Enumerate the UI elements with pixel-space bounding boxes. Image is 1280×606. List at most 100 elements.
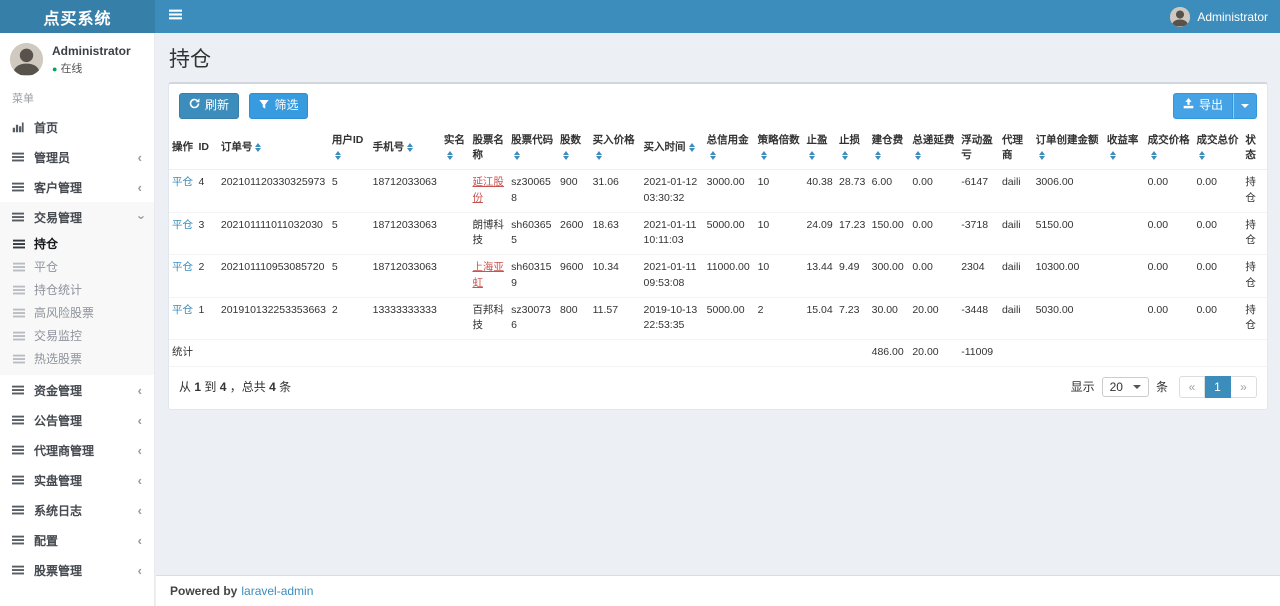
cell-buy-time: 2021-01-11 09:53:08 (641, 255, 704, 298)
close-position-link[interactable]: 平仓 (172, 304, 193, 316)
column-header-stock-code[interactable]: 股票代码 (508, 128, 557, 170)
hamburger-icon (169, 8, 182, 26)
column-header-deal-price[interactable]: 成交价格 (1145, 128, 1194, 170)
cell-order-no: 202101110953085720 (218, 255, 329, 298)
sort-icon[interactable] (710, 151, 716, 160)
sidebar-item-trade-monitor[interactable]: 交易监控 (0, 324, 154, 347)
sidebar-item-high-risk-stocks[interactable]: 高风险股票 (0, 301, 154, 324)
column-header-deal-total[interactable]: 成交总价 (1193, 128, 1242, 170)
sort-icon[interactable] (689, 143, 695, 152)
sort-icon[interactable] (447, 151, 453, 160)
column-header-buy-time[interactable]: 买入时间 (641, 128, 704, 170)
cell-phone: 18712033063 (370, 255, 441, 298)
list-icon (12, 504, 25, 516)
sidebar-item-hot-stocks[interactable]: 热选股票 (0, 347, 154, 370)
laravel-admin-link[interactable]: laravel-admin (241, 584, 313, 598)
cell-stock-name: 延江股份 (469, 170, 508, 213)
cell-stop-loss: 28.73 (836, 170, 869, 213)
sort-icon[interactable] (1199, 151, 1205, 160)
list-icon (12, 474, 25, 486)
column-header-user-id[interactable]: 用户ID (329, 128, 370, 170)
sort-icon[interactable] (335, 151, 341, 160)
refresh-button[interactable]: 刷新 (179, 93, 239, 119)
filter-funnel-icon (259, 98, 269, 114)
stats-empty-cell (590, 340, 641, 367)
sort-icon[interactable] (875, 151, 881, 160)
column-header-open-fee[interactable]: 建仓费 (869, 128, 910, 170)
cell-total-credit: 11000.00 (704, 255, 755, 298)
sidebar-item-config[interactable]: 配置‹ (0, 525, 154, 555)
cell-real-name (441, 170, 470, 213)
sort-icon[interactable] (1039, 151, 1045, 160)
column-header-created-amount[interactable]: 订单创建金额 (1033, 128, 1104, 170)
sort-icon[interactable] (1151, 151, 1157, 160)
sidebar: Administrator ●在线 菜单 首页管理员‹客户管理‹交易管理‹持仓平… (0, 33, 155, 606)
sidebar-item-admins[interactable]: 管理员‹ (0, 142, 154, 172)
app-logo[interactable]: 点买系统 (0, 0, 155, 33)
sort-icon[interactable] (915, 151, 921, 160)
sort-icon[interactable] (563, 151, 569, 160)
pager-page-1[interactable]: 1 (1205, 376, 1231, 398)
pager: « 1 » (1179, 376, 1257, 398)
column-header-buy-price[interactable]: 买入价格 (590, 128, 641, 170)
stats-empty-cell (1242, 340, 1267, 367)
export-button[interactable]: 导出 (1173, 93, 1233, 119)
export-dropdown-toggle[interactable] (1233, 93, 1257, 119)
column-header-delay-fee[interactable]: 总递延费 (909, 128, 958, 170)
column-header-multiple[interactable]: 策略倍数 (755, 128, 804, 170)
cell-id: 4 (195, 170, 217, 213)
sidebar-item-system-logs[interactable]: 系统日志‹ (0, 495, 154, 525)
stats-empty-cell (441, 340, 470, 367)
results-summary: 从 1 到 4 ，总共 4 条 (179, 378, 291, 395)
column-header-order-no[interactable]: 订单号 (218, 128, 329, 170)
navbar-user-name: Administrator (1197, 10, 1268, 24)
navbar-user-menu[interactable]: Administrator (1158, 0, 1280, 33)
sidebar-item-trading[interactable]: 交易管理‹ (0, 202, 154, 232)
column-header-stop-loss[interactable]: 止损 (836, 128, 869, 170)
sidebar-item-funds[interactable]: 资金管理‹ (0, 375, 154, 405)
pager-prev-button[interactable]: « (1179, 376, 1205, 398)
sort-icon[interactable] (809, 151, 815, 160)
sidebar-item-announcements[interactable]: 公告管理‹ (0, 405, 154, 435)
sort-icon[interactable] (255, 143, 261, 152)
sidebar-item-customers[interactable]: 客户管理‹ (0, 172, 154, 202)
page-title: 持仓 (169, 43, 1267, 73)
close-position-link[interactable]: 平仓 (172, 219, 193, 231)
sidebar-item-agents[interactable]: 代理商管理‹ (0, 435, 154, 465)
stock-name-link[interactable]: 延江股份 (472, 176, 504, 204)
sort-icon[interactable] (1110, 151, 1116, 160)
sidebar-group-trading: 交易管理‹持仓平仓持仓统计高风险股票交易监控热选股票 (0, 202, 154, 375)
cell-op: 平仓 (169, 255, 195, 298)
per-page-select[interactable]: 20 (1102, 377, 1149, 397)
filter-button[interactable]: 筛选 (249, 93, 308, 119)
stats-empty-cell (195, 340, 217, 367)
sort-icon[interactable] (407, 143, 413, 152)
cell-status: 持仓 (1242, 170, 1267, 213)
sidebar-item-stocks[interactable]: 股票管理‹ (0, 555, 154, 585)
sort-icon[interactable] (596, 151, 602, 160)
sidebar-item-home[interactable]: 首页 (0, 112, 154, 142)
sidebar-toggle-button[interactable] (155, 0, 196, 33)
column-header-yield-rate[interactable]: 收益率 (1104, 128, 1145, 170)
pager-next-button[interactable]: » (1231, 376, 1257, 398)
sidebar-item-closed-positions[interactable]: 平仓 (0, 255, 154, 278)
cell-stop-loss: 7.23 (836, 297, 869, 340)
sidebar-item-real-trading[interactable]: 实盘管理‹ (0, 465, 154, 495)
stock-name-link[interactable]: 上海亚虹 (472, 261, 504, 289)
close-position-link[interactable]: 平仓 (172, 176, 193, 188)
column-header-phone[interactable]: 手机号 (370, 128, 441, 170)
cell-yield-rate (1104, 297, 1145, 340)
column-header-total-credit[interactable]: 总信用金 (704, 128, 755, 170)
stats-empty-cell (329, 340, 370, 367)
column-header-real-name[interactable]: 实名 (441, 128, 470, 170)
sort-icon[interactable] (842, 151, 848, 160)
cell-total-credit: 3000.00 (704, 170, 755, 213)
sidebar-item-position-stats[interactable]: 持仓统计 (0, 278, 154, 301)
column-header-shares[interactable]: 股数 (557, 128, 590, 170)
sort-icon[interactable] (761, 151, 767, 160)
sort-icon[interactable] (514, 151, 520, 160)
caret-down-icon (1241, 104, 1249, 108)
close-position-link[interactable]: 平仓 (172, 261, 193, 273)
column-header-take-profit[interactable]: 止盈 (803, 128, 836, 170)
sidebar-item-positions[interactable]: 持仓 (0, 232, 154, 255)
